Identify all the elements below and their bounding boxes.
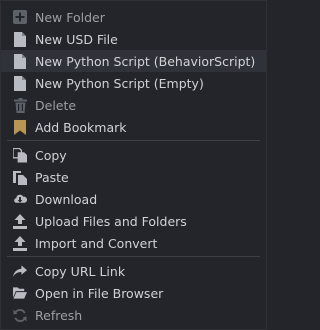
bookmark-icon: [13, 119, 27, 135]
menu-separator: [7, 140, 260, 141]
folder-open-icon: [13, 285, 27, 301]
add-folder-icon: [13, 9, 27, 25]
menu-item-label: New Python Script (BehaviorScript): [35, 53, 256, 69]
context-menu: New Folder New USD File New Python Scrip…: [0, 0, 267, 330]
refresh-icon: [13, 307, 27, 323]
menu-item-label: New Folder: [35, 9, 105, 25]
menu-item-label: Delete: [35, 97, 77, 113]
menu-item-new-folder[interactable]: New Folder: [1, 6, 266, 28]
menu-item-new-usd-file[interactable]: New USD File: [1, 28, 266, 50]
menu-item-new-python-script-behavior[interactable]: New Python Script (BehaviorScript): [1, 50, 266, 72]
menu-item-label: New Python Script (Empty): [35, 75, 204, 91]
paste-icon: [13, 169, 27, 185]
menu-item-label: Download: [35, 191, 98, 207]
share-arrow-icon: [13, 263, 27, 279]
file-icon: [13, 31, 27, 47]
menu-item-copy-url-link[interactable]: Copy URL Link: [1, 260, 266, 282]
copy-icon: [13, 147, 27, 163]
menu-item-upload[interactable]: Upload Files and Folders: [1, 210, 266, 232]
menu-item-copy[interactable]: Copy: [1, 144, 266, 166]
menu-item-add-bookmark[interactable]: Add Bookmark: [1, 116, 266, 138]
menu-item-refresh[interactable]: Refresh: [1, 304, 266, 326]
upload-icon: [13, 213, 27, 229]
menu-item-label: Paste: [35, 169, 69, 185]
menu-item-new-python-script-empty[interactable]: New Python Script (Empty): [1, 72, 266, 94]
menu-item-import-convert[interactable]: Import and Convert: [1, 232, 266, 254]
menu-item-label: Copy URL Link: [35, 263, 126, 279]
menu-item-paste[interactable]: Paste: [1, 166, 266, 188]
file-icon: [13, 75, 27, 91]
menu-item-label: Add Bookmark: [35, 119, 127, 135]
menu-item-label: Open in File Browser: [35, 285, 164, 301]
trash-icon: [13, 97, 27, 113]
menu-separator: [7, 256, 260, 257]
download-icon: [13, 191, 27, 207]
menu-item-open-file-browser[interactable]: Open in File Browser: [1, 282, 266, 304]
menu-item-label: Import and Convert: [35, 235, 158, 251]
menu-item-download[interactable]: Download: [1, 188, 266, 210]
menu-item-label: Refresh: [35, 307, 83, 323]
menu-item-delete[interactable]: Delete: [1, 94, 266, 116]
import-icon: [13, 235, 27, 251]
menu-item-label: Upload Files and Folders: [35, 213, 187, 229]
file-icon: [13, 53, 27, 69]
menu-item-label: Copy: [35, 147, 67, 163]
menu-item-label: New USD File: [35, 31, 118, 47]
